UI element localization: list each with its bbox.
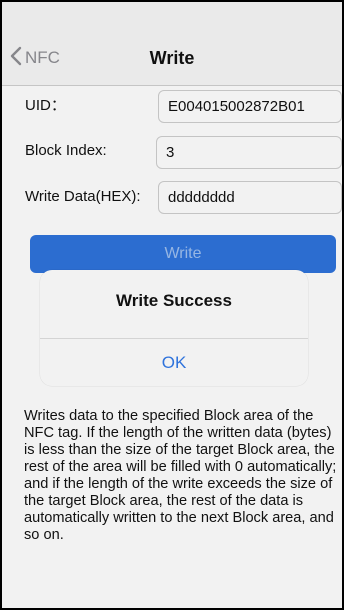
alert-ok-button[interactable]: OK (40, 339, 308, 386)
description-text: Writes data to the specified Block area … (24, 408, 337, 543)
alert-title: Write Success (116, 291, 232, 310)
alert-dialog: Write Success OK (40, 270, 308, 386)
app-window: NFC Write UID： Block Index: Write Data(H… (0, 0, 344, 610)
